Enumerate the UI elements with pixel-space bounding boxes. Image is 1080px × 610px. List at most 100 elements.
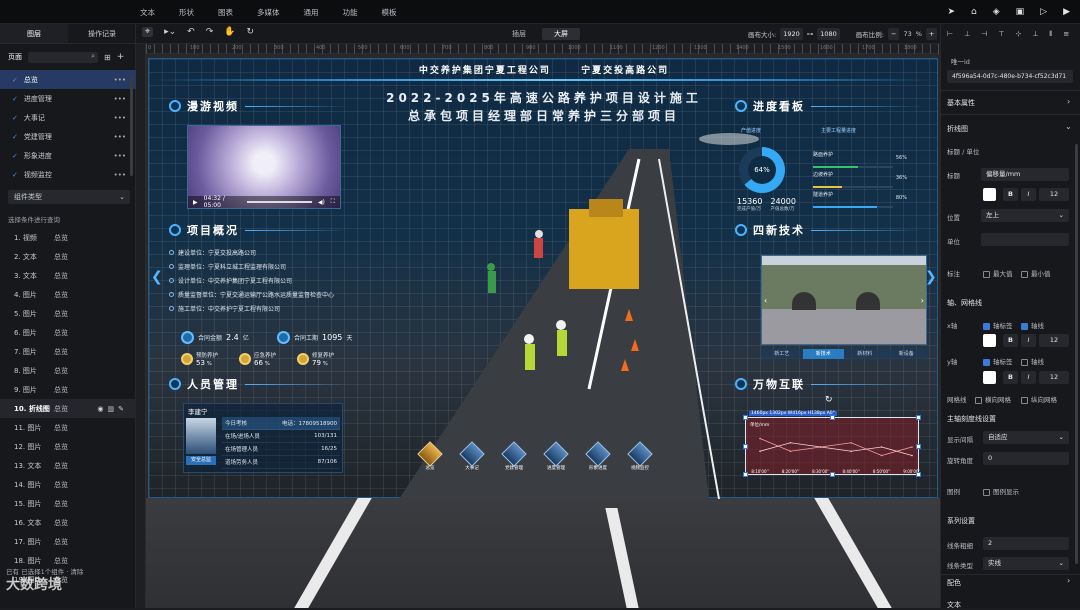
component-type-select[interactable]: 组件类型 ⌄: [8, 190, 130, 204]
max-checkbox[interactable]: 最大值: [983, 268, 1013, 278]
position-select[interactable]: 左上 ⌄: [981, 209, 1069, 222]
y-axis-line-checkbox[interactable]: 轴线: [1021, 356, 1044, 366]
resize-handle[interactable]: [916, 444, 921, 449]
play-frame-icon[interactable]: ▷: [1040, 7, 1047, 17]
x-axis-color-swatch[interactable]: [983, 334, 996, 347]
undo-icon[interactable]: ↶: [187, 27, 195, 37]
chevron-left-icon[interactable]: ‹: [764, 296, 767, 305]
line-type-select[interactable]: 实线 ⌄: [983, 557, 1069, 570]
component-item[interactable]: 13. 文本 总览: [0, 456, 136, 475]
redo-icon[interactable]: ↷: [206, 27, 214, 37]
menu-chart[interactable]: 图表: [218, 7, 233, 18]
component-item[interactable]: 9. 图片 总览: [0, 380, 136, 399]
progress-tab-quantity[interactable]: 主要工程量进度: [821, 127, 856, 134]
min-checkbox[interactable]: 最小值: [1021, 268, 1051, 278]
menu-media[interactable]: 多媒体: [257, 7, 280, 18]
resize-handle[interactable]: [916, 472, 921, 477]
nav-button-progress[interactable]: 进度管理: [543, 441, 569, 471]
component-item[interactable]: 8. 图片 总览: [0, 361, 136, 380]
menu-general[interactable]: 通用: [304, 7, 319, 18]
resize-handle[interactable]: [830, 472, 835, 477]
save-icon[interactable]: ▣: [1016, 7, 1025, 17]
more-icon[interactable]: •••: [114, 95, 126, 103]
menu-template[interactable]: 模板: [382, 7, 397, 18]
menu-shape[interactable]: 形状: [179, 7, 194, 18]
play-icon[interactable]: ▶: [1063, 7, 1070, 17]
rotate-input[interactable]: 0: [983, 452, 1069, 465]
trash-icon[interactable]: ▥: [108, 405, 119, 413]
zoom-in-button[interactable]: +: [925, 28, 938, 40]
component-item[interactable]: 17. 图片 总览: [0, 532, 136, 551]
tech-tab-selected[interactable]: 新技术: [802, 349, 844, 359]
video-player[interactable]: ▶ 04:32 / 05:00 ◀) ⛶: [187, 125, 341, 209]
more-icon[interactable]: •••: [114, 76, 126, 84]
more-icon[interactable]: •••: [114, 171, 126, 179]
resize-handle[interactable]: [743, 472, 748, 477]
page-item[interactable]: ✓ 大事记 •••: [0, 108, 136, 127]
pointer-icon[interactable]: ▸⌄: [164, 27, 176, 37]
align-bottom-icon[interactable]: ⊥: [1032, 30, 1038, 39]
align-right-icon[interactable]: ⊣: [981, 30, 987, 39]
align-middle-icon[interactable]: ⊹: [1015, 30, 1021, 39]
component-item[interactable]: 15. 图片 总览: [0, 494, 136, 513]
resize-handle[interactable]: [830, 415, 835, 420]
tech-tab[interactable]: 新工艺: [761, 349, 803, 359]
bold-button[interactable]: B: [1003, 334, 1018, 347]
edit-icon[interactable]: ✎: [118, 405, 128, 413]
unit-input[interactable]: [981, 233, 1069, 246]
italic-button[interactable]: I: [1021, 371, 1036, 384]
component-item[interactable]: 12. 图片 总览: [0, 437, 136, 456]
canvas-height-input[interactable]: 1080: [817, 28, 840, 40]
home-icon[interactable]: ⌂: [971, 7, 977, 17]
hand-icon[interactable]: ✋: [224, 27, 235, 37]
component-item[interactable]: 4. 图片 总览: [0, 285, 136, 304]
chevron-right-icon[interactable]: ›: [1067, 576, 1070, 585]
grid-y-checkbox[interactable]: 纵向网格: [1021, 394, 1057, 404]
nav-button-events[interactable]: 大事记: [459, 441, 485, 471]
nav-button-video[interactable]: 视频监控: [627, 441, 653, 471]
mode-bigscreen[interactable]: 大屏: [542, 28, 580, 40]
x-axis-tick-checkbox[interactable]: 轴标签: [983, 320, 1013, 330]
eye-icon[interactable]: ◉: [97, 405, 107, 413]
linechart-section[interactable]: 折线图: [947, 124, 968, 134]
grid-x-checkbox[interactable]: 横向网格: [975, 394, 1011, 404]
progress-tab-output[interactable]: 产值进度: [741, 127, 761, 134]
component-item[interactable]: 7. 图片 总览: [0, 342, 136, 361]
component-item[interactable]: 3. 文本 总览: [0, 266, 136, 285]
y-axis-color-swatch[interactable]: [983, 371, 996, 384]
page-item[interactable]: ✓ 进度管理 •••: [0, 89, 136, 108]
id-field[interactable]: 4f596a54-0d7c-480e-b734-cf52c3d71: [947, 70, 1073, 83]
component-item[interactable]: 5. 图片 总览: [0, 304, 136, 323]
chevron-down-icon[interactable]: ⌄: [1065, 122, 1072, 131]
nav-button-overview[interactable]: 总览: [417, 441, 443, 471]
component-item[interactable]: 14. 图片 总览: [0, 475, 136, 494]
menu-function[interactable]: 功能: [343, 7, 358, 18]
title-color-swatch[interactable]: [983, 188, 996, 201]
tech-tab[interactable]: 新设备: [885, 349, 927, 359]
chevron-right-icon[interactable]: ›: [921, 296, 924, 305]
component-item-selected[interactable]: 10. 折线图 总览 ◉▥✎: [0, 399, 136, 418]
italic-button[interactable]: I: [1021, 334, 1036, 347]
line-width-input[interactable]: 2: [983, 537, 1069, 550]
page-item[interactable]: ✓ 视频监控 •••: [0, 165, 136, 184]
tech-tab[interactable]: 新材料: [844, 349, 886, 359]
font-size-input[interactable]: 12: [1039, 371, 1069, 384]
tab-history[interactable]: 操作记录: [68, 24, 136, 43]
basic-attrs-section[interactable]: 基本属性: [947, 98, 975, 108]
y-axis-tick-checkbox[interactable]: 轴标签: [983, 356, 1013, 366]
fullscreen-icon[interactable]: ⛶: [331, 198, 335, 206]
title-input[interactable]: 偏移量/mm: [981, 168, 1069, 181]
right-panel-scrollbar[interactable]: [1075, 144, 1078, 564]
eraser-icon[interactable]: ◈: [993, 7, 1000, 17]
send-icon[interactable]: ➤: [947, 7, 955, 17]
add-page-icon[interactable]: ⊞: [104, 53, 111, 62]
canvas-stage[interactable]: 中交养护集团宁夏工程公司 宁夏交投高路公司 2022-2025年高速公路养护项目…: [146, 54, 940, 608]
video-progress[interactable]: [247, 201, 312, 203]
x-axis-line-checkbox[interactable]: 轴线: [1021, 320, 1044, 330]
page-item[interactable]: ✓ 党建管理 •••: [0, 127, 136, 146]
resize-handle[interactable]: [916, 415, 921, 420]
line-chart-selected[interactable]: 单位/mm 8:10'00'' 8:20'00'' 8:30'00'' 8:40'00'…: [743, 415, 921, 477]
more-icon[interactable]: •••: [114, 133, 126, 141]
menu-text[interactable]: 文本: [140, 7, 155, 18]
more-icon[interactable]: •••: [114, 114, 126, 122]
